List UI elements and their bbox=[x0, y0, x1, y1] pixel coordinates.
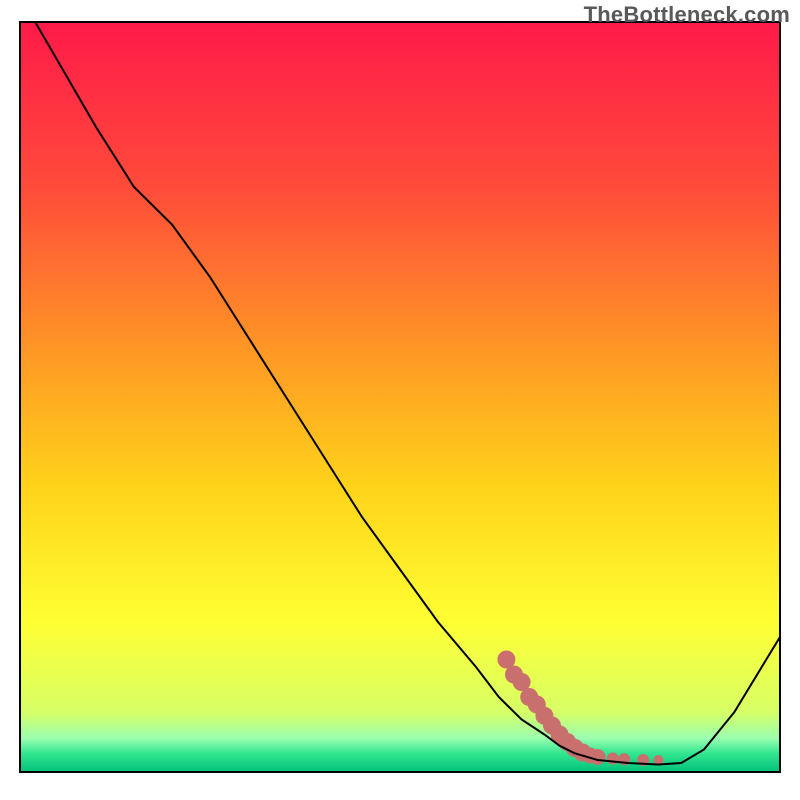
bottleneck-chart bbox=[0, 0, 800, 800]
highlight-point bbox=[590, 749, 606, 765]
plot-background bbox=[20, 22, 780, 772]
chart-stage: TheBottleneck.com bbox=[0, 0, 800, 800]
